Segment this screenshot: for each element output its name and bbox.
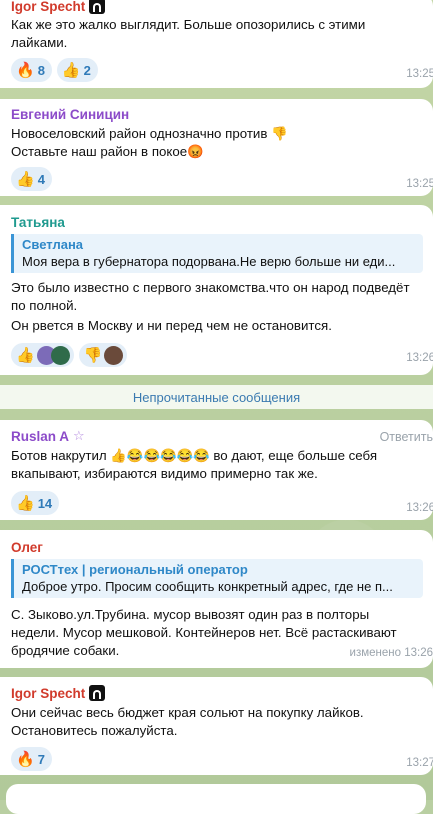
message-bubble[interactable]: Евгений Синицин Новоселовский район одно… [0,99,433,196]
message-sender[interactable]: Igor Specht [11,685,423,701]
fire-icon: 🔥 [16,749,35,768]
reactions: 👍 4 [11,167,423,191]
message-time: 13:26 [406,502,433,514]
message-bubble[interactable]: Igor Specht Как же это жалко выглядит. Б… [0,0,433,88]
reaction-thumbs-up[interactable]: 👍 [11,343,74,367]
reaction-thumbs-down[interactable]: 👎 [78,343,128,367]
thumbs-down-icon: 👎 [83,345,103,364]
sender-name[interactable]: Igor Specht [11,686,85,701]
message-time: 13:27 [406,757,433,769]
message-sender[interactable]: Олег [11,540,423,555]
message-sender[interactable]: Ruslan A ☆ [11,429,423,444]
avatar [50,345,70,365]
edited-time: изменено 13:26 [349,647,433,659]
reaction-count: 4 [37,171,45,187]
message-sender[interactable]: Евгений Синицин [11,107,423,122]
quote-author: РОСТтех | региональный оператор [22,562,248,577]
reactions: 👍 14 [11,491,423,515]
reaction-fire[interactable]: 🔥 7 [11,747,52,771]
fire-icon: 🔥 [16,60,35,79]
message-text: Он рвется в Москву и ни перед чем не ост… [11,318,332,333]
reply-quote[interactable]: РОСТтех | региональный оператор Доброе у… [11,559,423,598]
message-text: Ботов накрутил 👍😂😂😂😂😂 во дают, еще больш… [11,448,378,481]
quote-text: Доброе утро. Просим сообщить конкретный … [22,579,393,594]
message-time: 13:25 [406,68,433,80]
reaction-count: 7 [37,751,45,767]
reaction-thumbs-up[interactable]: 👍 14 [11,491,60,515]
reactions: 🔥 8 👍 2 [11,58,423,82]
message-time: 13:25 [406,178,433,190]
star-icon: ☆ [73,429,85,444]
sender-name[interactable]: Татьяна [11,215,65,230]
unread-label: Непрочитанные сообщения [132,389,301,405]
quote-author: Светлана [22,237,84,252]
reactions: 👍 👎 [11,343,423,367]
thumbs-up-icon: 👍 [16,345,35,364]
message-sender[interactable]: Igor Specht [11,0,423,14]
sender-name[interactable]: Igor Specht [11,0,85,14]
message-text: Как же это жалко выглядит. Больше опозор… [11,17,366,50]
unread-messages-divider: Непрочитанные сообщения [0,385,433,409]
message-sender[interactable]: Татьяна [11,215,423,230]
horseshoe-icon [89,685,106,701]
reaction-count: 8 [37,62,45,78]
reply-button[interactable]: Ответить [380,430,433,444]
message-bubble[interactable]: Олег РОСТтех | региональный оператор Доб… [0,530,433,668]
message-text: Они сейчас весь бюджет края сольют на по… [11,705,364,738]
sender-name[interactable]: Ruslan A [11,429,69,444]
reaction-thumbs-up[interactable]: 👍 4 [11,167,52,191]
reaction-count: 14 [37,495,53,511]
thumbs-up-icon: 👍 [16,169,35,188]
reaction-count: 2 [83,62,91,78]
message-bubble[interactable]: Татьяна Светлана Моя вера в губернатора … [0,205,433,375]
reactions: 🔥 7 [11,747,423,771]
message-time: 13:26 [406,352,433,364]
thumbs-up-icon: 👍 [61,60,81,79]
reaction-fire[interactable]: 🔥 8 [11,58,52,82]
reply-quote[interactable]: Светлана Моя вера в губернатора подорван… [11,234,423,273]
horseshoe-icon [89,0,106,14]
reaction-thumbs-up[interactable]: 👍 2 [56,58,98,82]
thumbs-up-icon: 👍 [16,493,35,512]
message-bubble[interactable]: Ruslan A ☆ Ответить Ботов накрутил 👍😂😂😂😂… [0,420,433,520]
avatar [104,345,124,365]
message-text: Новоселовский район однозначно против 👎 … [11,126,288,159]
sender-name[interactable]: Евгений Синицин [11,107,129,122]
message-bubble-partial[interactable] [6,784,426,814]
sender-name[interactable]: Олег [11,540,43,555]
message-bubble[interactable]: Igor Specht Они сейчас весь бюджет края … [0,677,433,775]
quote-text: Моя вера в губернатора подорвана.Не верю… [22,254,396,269]
message-text: Это было известно с первого знакомства.ч… [11,280,410,313]
